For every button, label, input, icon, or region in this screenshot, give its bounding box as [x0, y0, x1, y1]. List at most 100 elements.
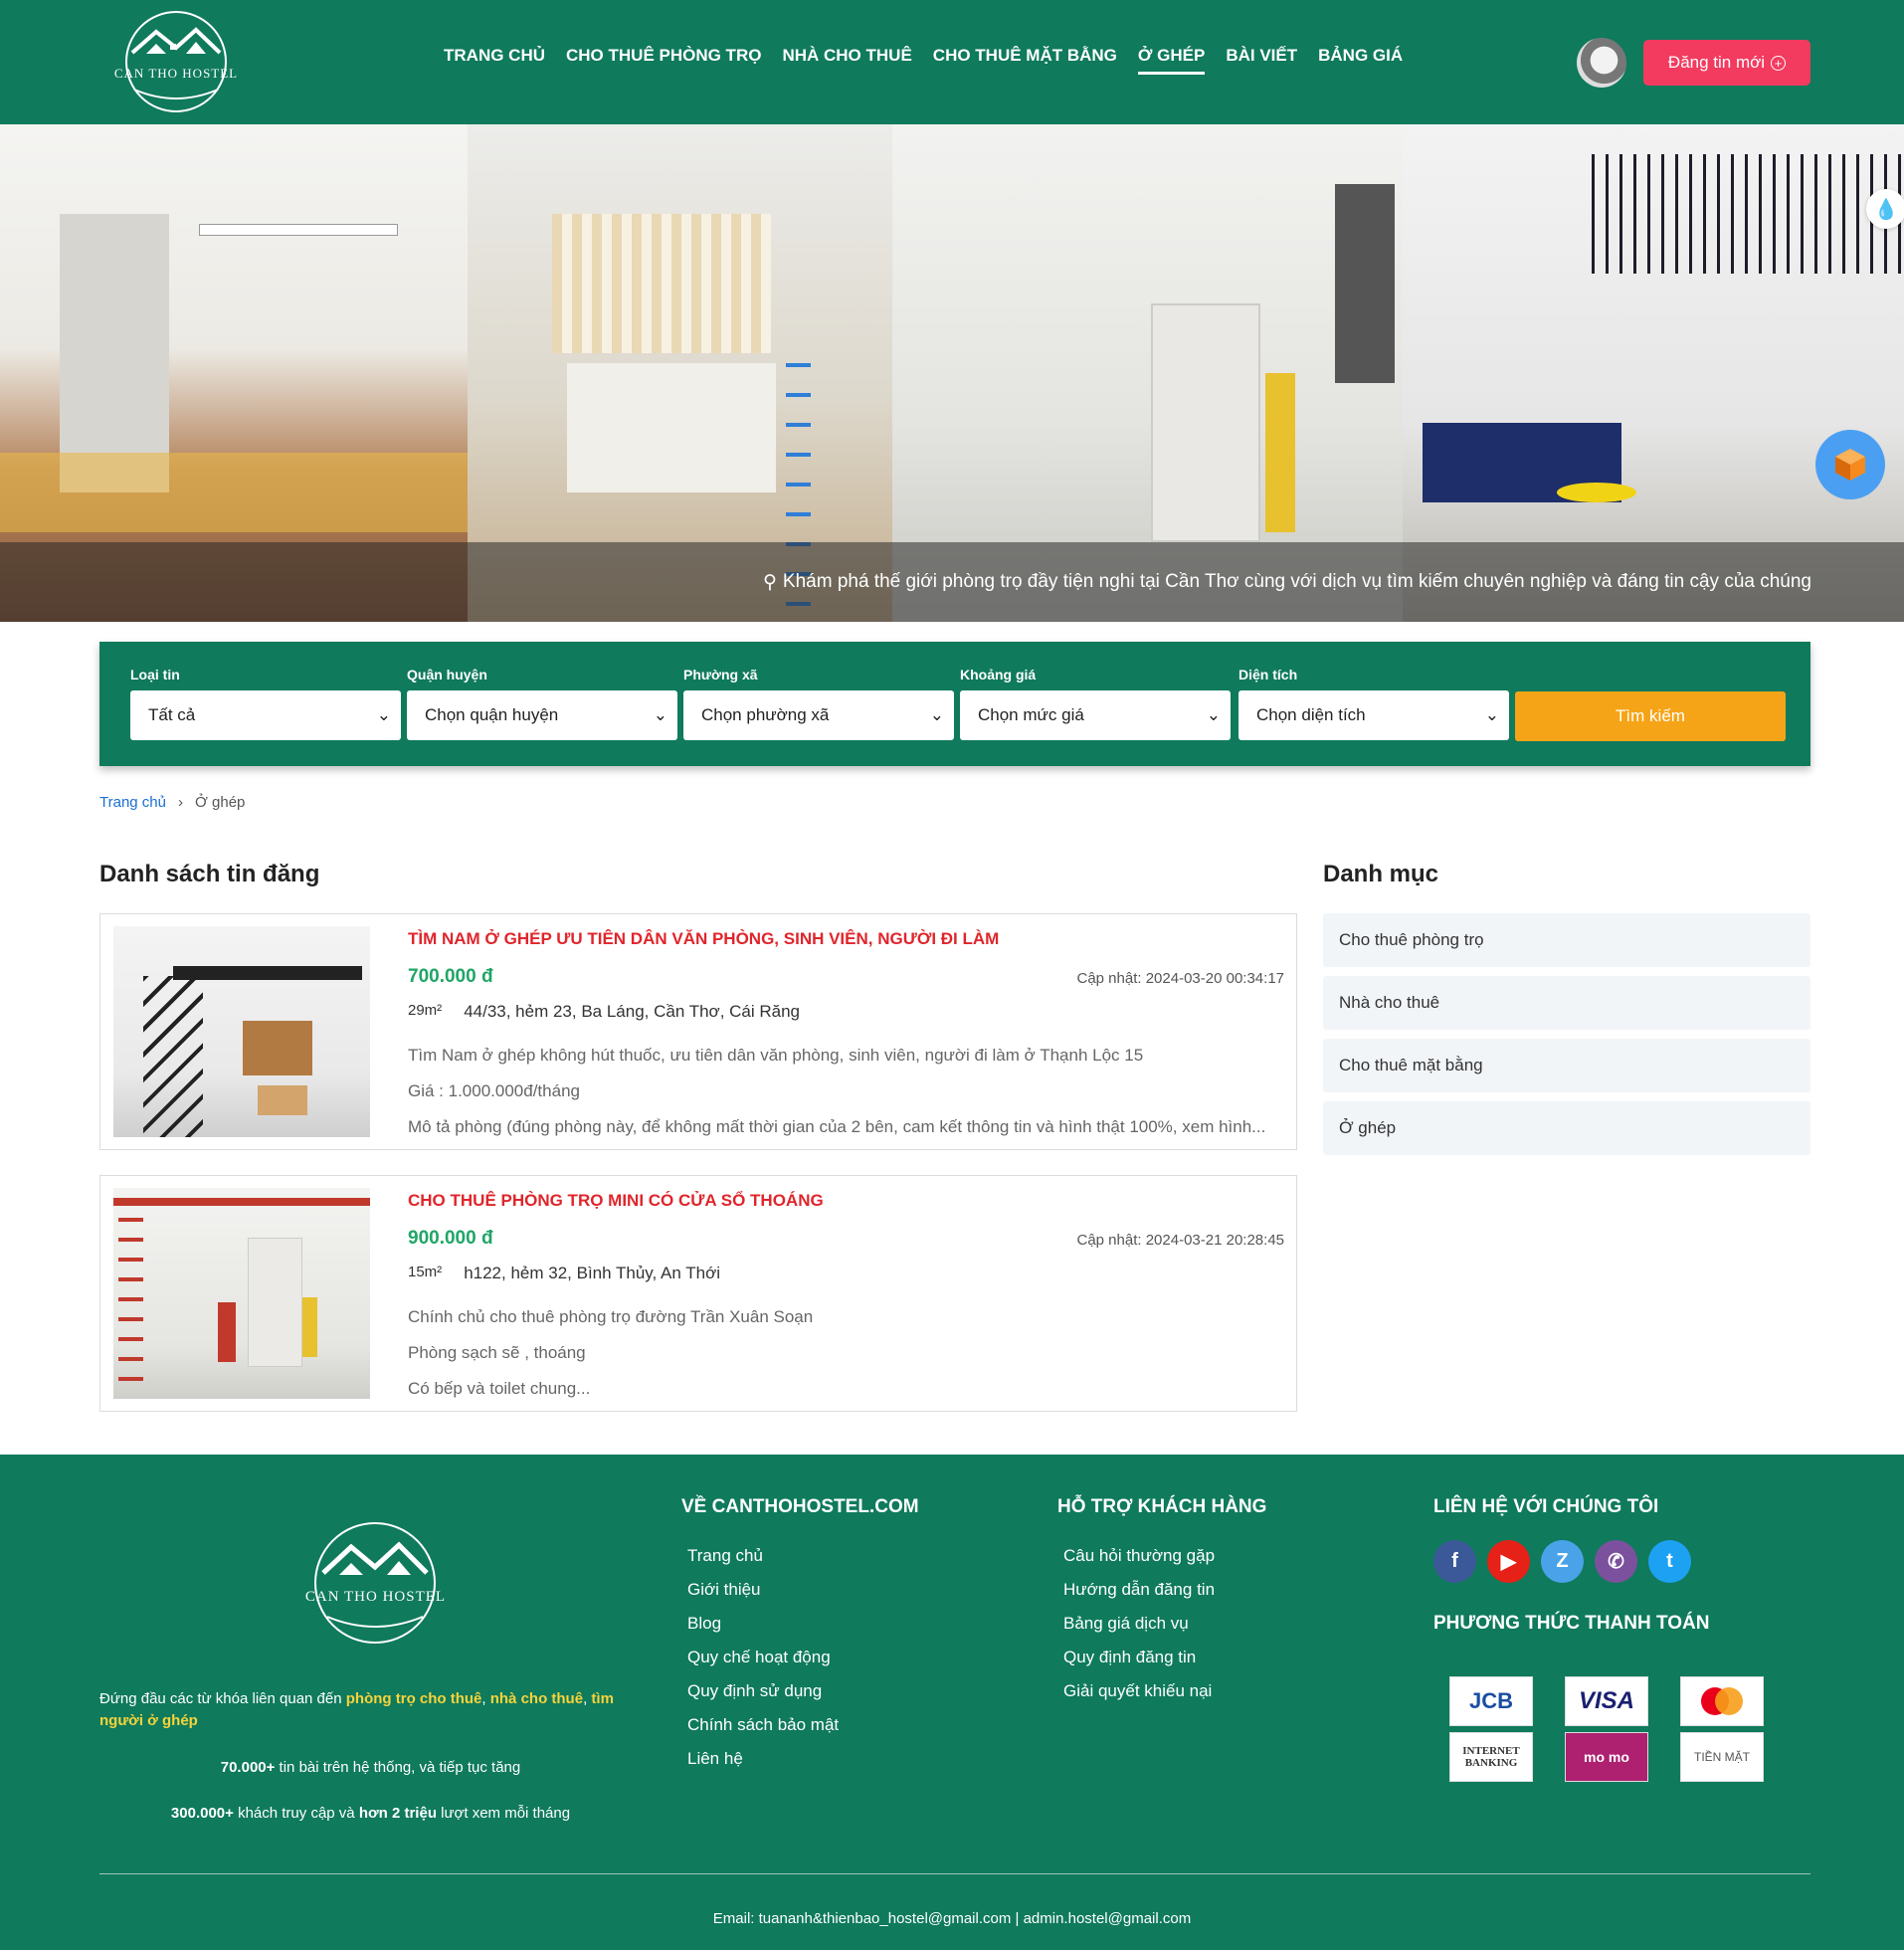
filter-dien-tich-select[interactable]: Chọn diện tích ⌄ — [1238, 690, 1509, 740]
filter-quan-huyen-value: Chọn quận huyện — [425, 705, 559, 724]
post-new-button[interactable]: Đăng tin mới + — [1643, 40, 1810, 86]
twitter-icon[interactable]: t — [1648, 1540, 1691, 1583]
listing-title[interactable]: CHO THUÊ PHÒNG TRỌ MINI CÓ CỬA SỔ THOÁNG — [408, 1191, 824, 1211]
listings-heading: Danh sách tin đăng — [99, 861, 320, 887]
footer-logo-text: CAN THO HOSTEL — [304, 1589, 447, 1605]
listing-desc-line: Phòng sạch sẽ , thoáng — [408, 1343, 586, 1362]
map-pin-icon: ⚲ — [762, 571, 777, 593]
footer-logo[interactable]: CAN THO HOSTEL — [293, 1519, 458, 1647]
footer-description: Đứng đầu các từ khóa liên quan đến phòng… — [99, 1690, 614, 1729]
listing-meta: 29m² 44/33, hẻm 23, Ba Láng, Cần Thơ, Cá… — [408, 1002, 800, 1022]
footer-email: Email: tuananh&thienbao_hostel@gmail.com… — [712, 1910, 1192, 1927]
breadcrumb-home[interactable]: Trang chủ — [99, 794, 166, 811]
nav-nha-cho-thue[interactable]: NHÀ CHO THUÊ — [782, 46, 911, 75]
main-nav: TRANG CHỦ CHO THUÊ PHÒNG TRỌ NHÀ CHO THU… — [444, 46, 1403, 75]
search-button[interactable]: Tìm kiếm — [1515, 691, 1786, 741]
listing-updated: Cập nhật: 2024-03-21 20:28:45 — [1076, 1232, 1285, 1249]
nav-cho-thue-mat-bang[interactable]: CHO THUÊ MẶT BẰNG — [933, 46, 1117, 75]
cube-widget-icon[interactable] — [1815, 430, 1885, 499]
viber-icon[interactable]: ✆ — [1595, 1540, 1637, 1583]
mastercard-icon — [1680, 1676, 1764, 1726]
search-panel: Loại tin Tất cả ⌄ Quận huyện Chọn quận hu… — [99, 642, 1810, 766]
post-new-label: Đăng tin mới — [1667, 53, 1766, 72]
categories-heading: Danh mục — [1323, 861, 1439, 887]
footer-link[interactable]: Hướng dẫn đăng tin — [1063, 1580, 1266, 1600]
stat-text: tin bài trên hệ thống, và tiếp tục tăng — [275, 1759, 521, 1776]
listing-meta: 15m² h122, hẻm 32, Bình Thủy, An Thới — [408, 1264, 720, 1283]
footer-link[interactable]: Liên hệ — [687, 1749, 919, 1769]
filter-khoang-gia-select[interactable]: Chọn mức giá ⌄ — [960, 690, 1231, 740]
listing-price: 700.000 đ — [408, 966, 493, 987]
listing-updated: Cập nhật: 2024-03-20 00:34:17 — [1076, 970, 1285, 987]
listing-description: Chính chủ cho thuê phòng trọ đường Trần … — [408, 1299, 1278, 1407]
zalo-icon[interactable]: Z — [1541, 1540, 1584, 1583]
listing-area: 29m² — [408, 1002, 443, 1019]
site-footer: CAN THO HOSTEL Đứng đầu các từ khóa liên… — [0, 1455, 1904, 1950]
nav-bang-gia[interactable]: BẢNG GIÁ — [1318, 46, 1403, 75]
footer-link[interactable]: Trang chủ — [687, 1546, 919, 1566]
category-item-phong-tro[interactable]: Cho thuê phòng trọ — [1323, 913, 1810, 967]
youtube-icon[interactable]: ▶ — [1487, 1540, 1530, 1583]
filter-loai-tin-value: Tất cả — [148, 705, 196, 724]
filter-khoang-gia-value: Chọn mức giá — [978, 705, 1084, 724]
plus-circle-icon: + — [1771, 55, 1787, 71]
footer-link[interactable]: Chính sách bảo mật — [687, 1715, 919, 1735]
nav-cho-thue-phong-tro[interactable]: CHO THUÊ PHÒNG TRỌ — [566, 46, 761, 75]
footer-keyword: nhà cho thuê — [489, 1690, 584, 1707]
social-links: f ▶ Z ✆ t — [1433, 1540, 1710, 1583]
footer-desc-prefix: Đứng đầu các từ khóa liên quan đến — [99, 1690, 346, 1707]
water-drop-widget-icon[interactable]: 💧 — [1866, 189, 1904, 229]
footer-link[interactable]: Câu hỏi thường gặp — [1063, 1546, 1266, 1566]
footer-stat-posts: 70.000+ tin bài trên hệ thống, và tiếp t… — [99, 1759, 642, 1776]
listing-thumbnail[interactable] — [113, 926, 370, 1137]
listing-desc-line: Có bếp và toilet chung... — [408, 1379, 591, 1398]
filter-quan-huyen-select[interactable]: Chọn quận huyện ⌄ — [407, 690, 677, 740]
site-logo[interactable]: CAN THO HOSTEL — [104, 8, 248, 115]
stat-text: khách truy cập và — [233, 1805, 359, 1822]
site-header: CAN THO HOSTEL TRANG CHỦ CHO THUÊ PHÒNG … — [0, 0, 1904, 124]
footer-link[interactable]: Bảng giá dịch vụ — [1063, 1614, 1266, 1634]
chevron-down-icon: ⌄ — [376, 705, 391, 724]
facebook-icon[interactable]: f — [1433, 1540, 1476, 1583]
chevron-down-icon: ⌄ — [653, 705, 667, 724]
filter-quan-huyen: Quận huyện Chọn quận huyện ⌄ — [407, 667, 677, 740]
listing-title[interactable]: TÌM NAM Ở GHÉP ƯU TIÊN DÂN VĂN PHÒNG, SI… — [408, 929, 999, 949]
footer-link[interactable]: Quy chế hoạt động — [687, 1648, 919, 1667]
footer-link[interactable]: Quy định đăng tin — [1063, 1648, 1266, 1667]
category-item-o-ghep[interactable]: Ở ghép — [1323, 1101, 1810, 1155]
footer-link[interactable]: Giới thiệu — [687, 1580, 919, 1600]
filter-phuong-xa-label: Phường xã — [683, 667, 758, 682]
nav-bai-viet[interactable]: BÀI VIẾT — [1226, 46, 1297, 75]
footer-link[interactable]: Giải quyết khiếu nại — [1063, 1681, 1266, 1701]
chevron-down-icon: ⌄ — [929, 705, 944, 724]
listing-card[interactable]: TÌM NAM Ở GHÉP ƯU TIÊN DÂN VĂN PHÒNG, SI… — [99, 913, 1297, 1150]
footer-support-title: HỖ TRỢ KHÁCH HÀNG — [1057, 1496, 1267, 1517]
footer-support-column: HỖ TRỢ KHÁCH HÀNG Câu hỏi thường gặp Hướ… — [1057, 1496, 1266, 1715]
nav-trang-chu[interactable]: TRANG CHỦ — [444, 46, 545, 75]
listing-area: 15m² — [408, 1264, 443, 1280]
category-item-mat-bang[interactable]: Cho thuê mặt bằng — [1323, 1039, 1810, 1092]
listing-thumbnail[interactable] — [113, 1188, 370, 1399]
filter-dien-tich: Diện tích Chọn diện tích ⌄ — [1238, 667, 1509, 740]
nav-o-ghep[interactable]: Ở GHÉP — [1137, 46, 1206, 75]
payment-methods: JCB VISA INTERNET BANKING mo mo TIỀN MẶT — [1449, 1676, 1764, 1782]
hero-caption: ⚲ Khám phá thế giới phòng trọ đầy tiện n… — [0, 542, 1904, 622]
momo-icon: mo mo — [1565, 1732, 1648, 1782]
filter-khoang-gia: Khoảng giá Chọn mức giá ⌄ — [960, 667, 1231, 740]
footer-link[interactable]: Blog — [687, 1614, 919, 1634]
footer-keyword: phòng trọ cho thuê — [345, 1690, 482, 1707]
breadcrumb-current: Ở ghép — [194, 794, 246, 811]
filter-khoang-gia-label: Khoảng giá — [960, 667, 1037, 682]
breadcrumb: Trang chủ › Ở ghép — [99, 794, 245, 811]
jcb-icon: JCB — [1449, 1676, 1533, 1726]
stat-number: hơn 2 triệu — [358, 1805, 437, 1822]
filter-dien-tich-value: Chọn diện tích — [1256, 705, 1366, 724]
listing-card[interactable]: CHO THUÊ PHÒNG TRỌ MINI CÓ CỬA SỔ THOÁNG… — [99, 1175, 1297, 1412]
category-item-nha-cho-thue[interactable]: Nhà cho thuê — [1323, 976, 1810, 1030]
user-avatar[interactable] — [1577, 38, 1626, 88]
footer-link[interactable]: Quy định sử dụng — [687, 1681, 919, 1701]
chevron-down-icon: ⌄ — [1206, 705, 1221, 724]
internet-banking-icon: INTERNET BANKING — [1449, 1732, 1533, 1782]
filter-loai-tin-select[interactable]: Tất cả ⌄ — [130, 690, 401, 740]
filter-phuong-xa-select[interactable]: Chọn phường xã ⌄ — [683, 690, 954, 740]
